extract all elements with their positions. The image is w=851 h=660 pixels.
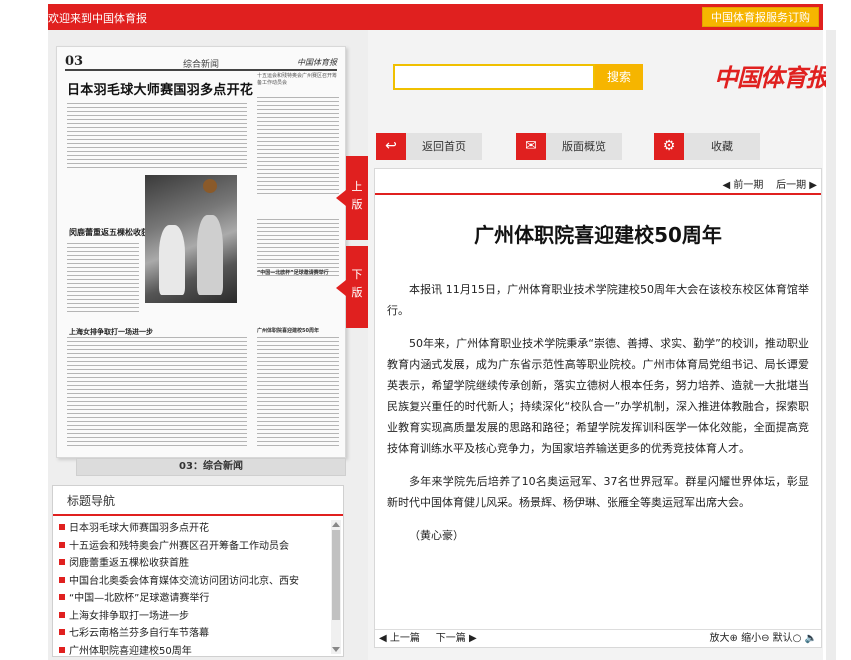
prev-article-link[interactable]: ◀ 上一篇 (379, 633, 420, 644)
gear-icon: ⚙ (654, 133, 684, 160)
list-item[interactable]: 日本羽毛球大师赛国羽多点开花 (53, 520, 329, 538)
bullet-icon (59, 629, 65, 635)
page-number: 03 (65, 54, 84, 69)
article-body: 本报讯 11月15日，广州体育职业技术学院建校50周年大会在该校东校区体育馆举行… (387, 279, 809, 558)
text-column (257, 337, 339, 447)
overview-button[interactable]: ✉ 版面概览 (516, 133, 622, 160)
next-issue-link[interactable]: 后一期 ▶ (776, 180, 817, 191)
page-headline[interactable]: 日本羽毛球大师赛国羽多点开花 (67, 79, 253, 98)
text-column (257, 97, 339, 197)
article-headline[interactable]: 上海女排争取打一场进一步 (69, 327, 153, 337)
list-item[interactable]: 上海女排争取打一场进一步 (53, 608, 329, 626)
next-article-link[interactable]: 下一篇 ▶ (436, 633, 477, 644)
welcome-text: 欢迎来到中国体育报 (48, 12, 147, 25)
divider (375, 193, 821, 195)
article-headline[interactable]: 广州体职院喜迎建校50周年 (257, 327, 319, 334)
home-button-label: 返回首页 (422, 140, 466, 153)
tab-arrow-icon (336, 190, 346, 206)
page-scrollbar[interactable] (826, 30, 836, 660)
bullet-icon (59, 594, 65, 600)
basketball-photo (145, 175, 237, 303)
search-button[interactable]: 搜索 (595, 64, 643, 90)
player-figure (197, 215, 223, 295)
list-item[interactable]: 七彩云南格兰芬多自行车节落幕 (53, 625, 329, 643)
overview-button-label: 版面概览 (562, 140, 606, 153)
side-headline[interactable]: 十五运会和残特奥会广州赛区召开筹备工作动员会 (257, 73, 339, 87)
title-navigation: 标题导航 日本羽毛球大师赛国羽多点开花 十五运会和残特奥会广州赛区召开筹备工作动… (52, 485, 344, 657)
site-logo[interactable]: 中国体育报 (714, 58, 830, 93)
text-column (67, 103, 247, 169)
prev-page-tab[interactable]: 上版 (336, 156, 368, 240)
bullet-icon (59, 576, 65, 583)
list-item[interactable]: 十五运会和残特奥会广州赛区召开筹备工作动员会 (53, 538, 329, 556)
list-item[interactable]: 广州体职院喜迎建校50周年 (53, 643, 329, 660)
newspaper-page-thumbnail[interactable]: 03 综合新闻 中国体育报 日本羽毛球大师赛国羽多点开花 十五运会和残特奥会广州… (56, 46, 346, 458)
title-list: 日本羽毛球大师赛国羽多点开花 十五运会和残特奥会广州赛区召开筹备工作动员会 闵鹿… (53, 520, 343, 660)
text-column (67, 337, 247, 447)
basketball-icon (203, 179, 217, 193)
bullet-icon (59, 541, 65, 548)
page-caption: 03：综合新闻 (76, 458, 346, 476)
article-title: 广州体职院喜迎建校50周年 (474, 223, 722, 247)
player-figure (159, 225, 185, 295)
scroll-thumb[interactable] (332, 530, 340, 620)
list-item[interactable]: 闵鹿蕾重返五棵松收获首胜 (53, 555, 329, 573)
zoom-label[interactable]: 放大⊕ 缩小⊖ 默认○ (710, 633, 802, 644)
page-section: 综合新闻 (183, 60, 220, 70)
article-paragraph: 本报讯 11月15日，广州体育职业技术学院建校50周年大会在该校东校区体育馆举行… (387, 283, 809, 317)
zoom-controls[interactable]: 放大⊕ 缩小⊖ 默认○ 🔈 (710, 630, 817, 648)
favorite-button[interactable]: ⚙ 收藏 (654, 133, 760, 160)
scroll-down-icon[interactable] (332, 647, 340, 652)
prev-page-label: 上版 (351, 180, 363, 211)
tab-arrow-icon (336, 280, 346, 296)
article-paragraph: 多年来学院先后培养了10名奥运冠军、37名世界冠军。群星闪耀世界体坛，彰显新时代… (387, 475, 809, 509)
next-page-label: 下版 (351, 268, 363, 299)
article-footer: ◀ 上一篇 下一篇 ▶ 放大⊕ 缩小⊖ 默认○ 🔈 (375, 629, 821, 647)
bullet-icon (59, 524, 65, 530)
favorite-button-label: 收藏 (711, 140, 733, 153)
page-masthead: 中国体育报 (297, 58, 337, 67)
article-paragraph: 50年来，广州体育职业技术学院秉承“崇德、善搏、求实、勤学”的校训，推动职业教育… (387, 337, 809, 455)
subscribe-button[interactable]: 中国体育报服务订购 (702, 7, 819, 27)
prev-issue-link[interactable]: ◀ 前一期 (723, 180, 764, 191)
page-header: 03 综合新闻 中国体育报 (65, 54, 337, 71)
list-item[interactable]: “中国—北欧杯”足球邀请赛举行 (53, 590, 329, 608)
next-page-tab[interactable]: 下版 (336, 246, 368, 328)
speaker-icon[interactable]: 🔈 (805, 633, 817, 644)
bullet-icon (59, 611, 65, 618)
envelope-icon: ✉ (516, 133, 546, 160)
search-input[interactable] (393, 64, 595, 90)
text-column (67, 243, 139, 313)
nav-scrollbar[interactable] (331, 520, 341, 654)
bullet-icon (59, 559, 65, 565)
article-headline[interactable]: “中国—北欧杯”足球邀请赛举行 (257, 269, 329, 276)
article-author: （黄心豪） (409, 529, 464, 542)
bullet-icon (59, 646, 65, 653)
home-button[interactable]: ↩ 返回首页 (376, 133, 482, 160)
top-bar: 欢迎来到中国体育报 中国体育报服务订购 (48, 4, 823, 30)
title-navigation-heading: 标题导航 (53, 486, 343, 516)
list-item[interactable]: 中国台北奥委会体育媒体交流访问团访问北京、西安 (53, 573, 329, 591)
article-panel: ◀ 前一期 后一期 ▶ 广州体职院喜迎建校50周年 本报讯 11月15日，广州体… (374, 168, 822, 648)
article-pager: ◀ 上一篇 下一篇 ▶ (379, 630, 477, 648)
scroll-up-icon[interactable] (332, 522, 340, 527)
return-arrow-icon: ↩ (376, 133, 406, 160)
issue-pager: ◀ 前一期 后一期 ▶ (723, 176, 817, 191)
